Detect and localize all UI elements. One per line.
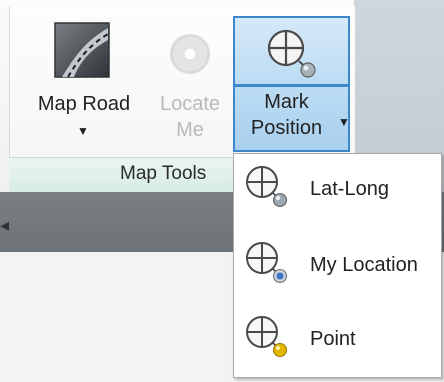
crosshair-location-icon: [242, 238, 290, 286]
mark-position-label-line2: Position: [250, 117, 323, 139]
locate-me-button[interactable]: Locate Me: [152, 20, 232, 145]
menu-item-point[interactable]: Point: [234, 308, 441, 380]
menu-item-label: Point: [310, 328, 356, 350]
mark-position-button[interactable]: [233, 16, 350, 86]
panel-title: Map Tools: [120, 163, 207, 184]
menu-item-label: My Location: [310, 254, 418, 276]
locate-me-label-line1: Locate: [159, 93, 221, 115]
road-icon: [54, 22, 110, 78]
mark-position-menu: Lat-Long My Location Point: [233, 153, 442, 378]
expand-indicator: ◂: [0, 215, 10, 235]
menu-item-lat-long[interactable]: Lat-Long: [234, 158, 441, 230]
map-road-label: Map Road: [37, 93, 131, 115]
chevron-down-icon: ▼: [338, 115, 350, 129]
mark-position-label-line1: Mark: [264, 91, 309, 113]
crosshair-globe-icon: [262, 24, 322, 82]
crosshair-point-icon: [242, 312, 290, 360]
mark-position-dropdown-button[interactable]: Mark Position ▼: [233, 86, 350, 152]
menu-item-label: Lat-Long: [310, 178, 389, 200]
locate-icon: [170, 34, 210, 74]
map-road-button[interactable]: Map Road ▼: [28, 20, 140, 145]
chevron-down-icon[interactable]: ▼: [77, 124, 89, 138]
locate-me-label-line2: Me: [176, 119, 204, 141]
crosshair-globe-icon: [242, 162, 290, 210]
menu-item-my-location[interactable]: My Location: [234, 234, 441, 306]
